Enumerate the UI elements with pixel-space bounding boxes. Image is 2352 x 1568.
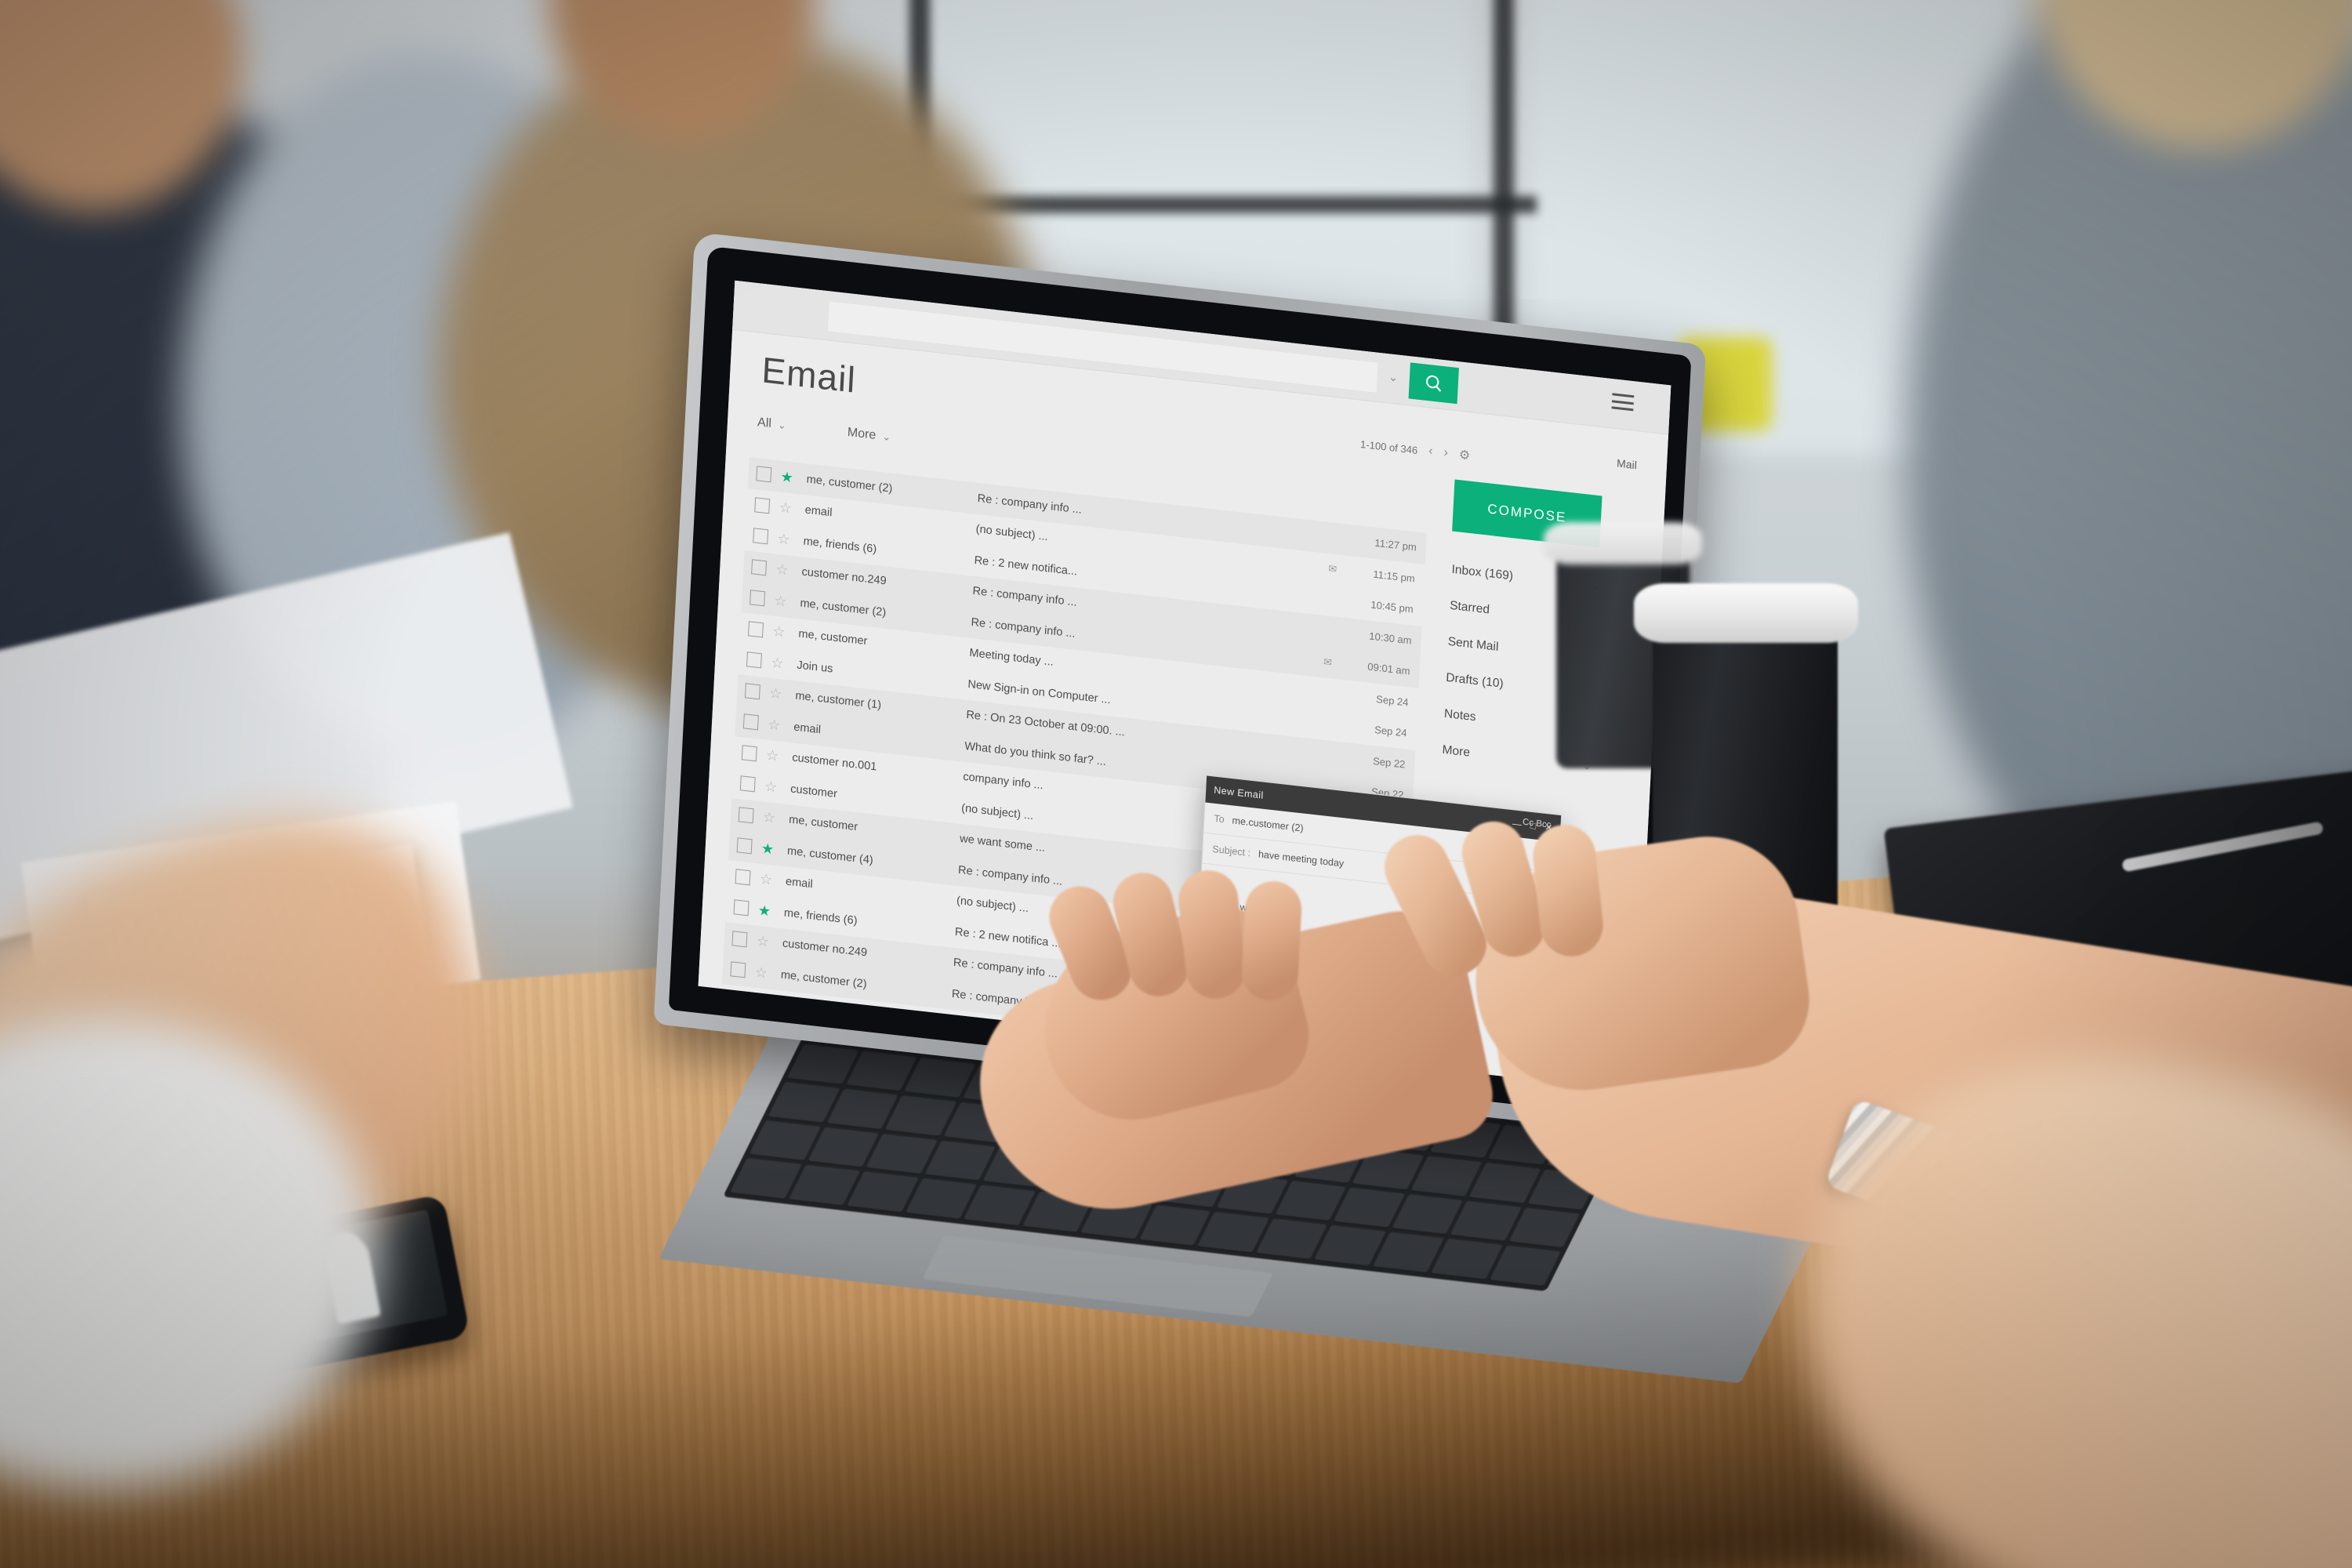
window-frame — [1494, 0, 1514, 517]
yellow-mug — [1678, 337, 1772, 431]
finger — [1240, 880, 1303, 1002]
coffee-lid — [1544, 522, 1702, 564]
coffee-lid — [1634, 583, 1858, 643]
photo-scene: ⌄ Email 1-100 of 346 ‹ › ⚙ Mail All ⌄ Mo… — [0, 0, 2352, 1568]
